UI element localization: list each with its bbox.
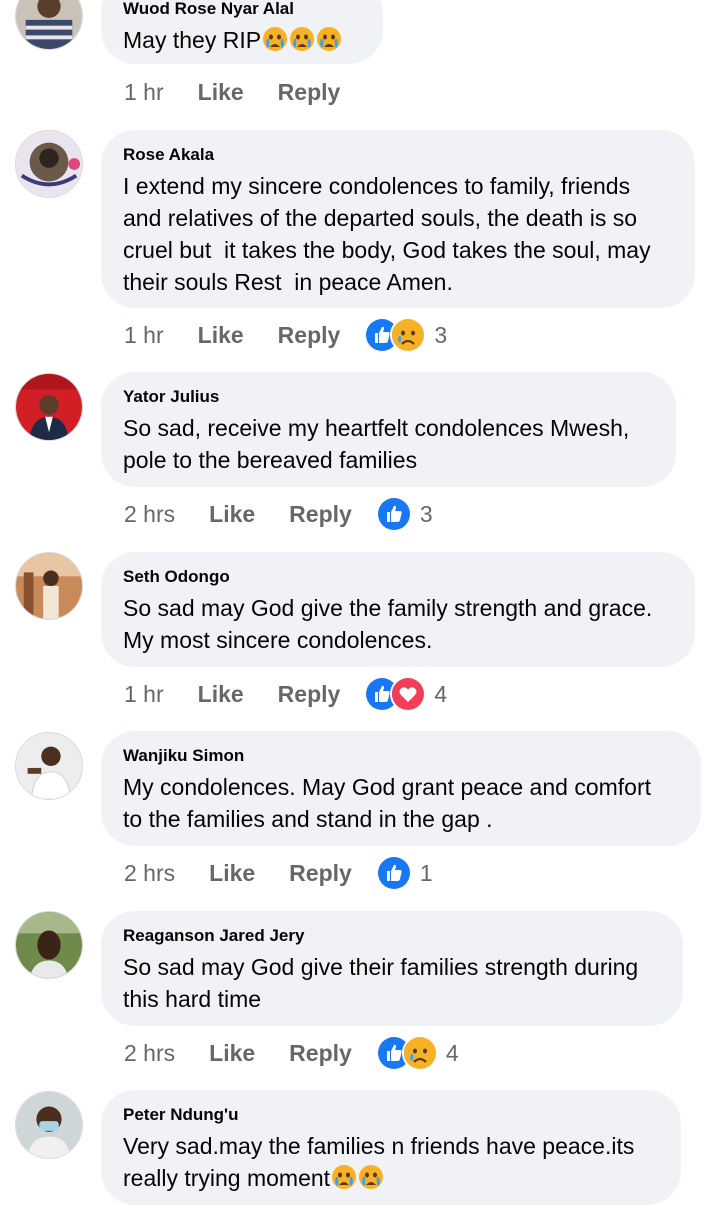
avatar[interactable] — [15, 130, 83, 198]
reaction-count: 4 — [434, 680, 448, 707]
sad-reaction-icon — [390, 317, 427, 353]
reaction-count: 1 — [419, 859, 433, 886]
reaction-count: 3 — [419, 500, 433, 527]
reply-button[interactable]: Reply — [278, 681, 341, 708]
crying-face-emoji-icon — [358, 1164, 384, 1190]
comment-bubble: Wanjiku Simon My condolences. May God gr… — [101, 731, 701, 846]
comment-author[interactable]: Peter Ndung'u — [123, 1104, 659, 1126]
reaction-count: 4 — [445, 1039, 459, 1066]
reaction-summary[interactable]: 3 — [364, 317, 447, 353]
comment-bubble: Rose Akala I extend my sincere condolenc… — [101, 130, 695, 308]
avatar[interactable] — [15, 373, 83, 441]
like-button[interactable]: Like — [209, 860, 255, 887]
comment-bubble: Peter Ndung'u Very sad.may the families … — [101, 1090, 681, 1205]
sad-reaction-icon — [401, 1035, 438, 1071]
comment-text: So sad may God give their families stren… — [123, 954, 639, 1012]
crying-face-emoji-icon — [316, 26, 342, 52]
like-reaction-icon — [375, 855, 412, 891]
comment-text: Very sad.may the families n friends have… — [123, 1133, 635, 1191]
crying-face-emoji-icon — [262, 26, 288, 52]
like-button[interactable]: Like — [209, 501, 255, 528]
avatar[interactable] — [15, 1091, 83, 1159]
reaction-summary[interactable]: 4 — [375, 1035, 459, 1071]
comment-meta: 2 hrs Like Reply 4 — [124, 1035, 459, 1071]
avatar[interactable] — [15, 732, 83, 800]
avatar[interactable] — [15, 911, 83, 979]
comment-author[interactable]: Seth Odongo — [123, 566, 673, 588]
comment-bubble: Yator Julius So sad, receive my heartfel… — [101, 372, 676, 487]
comment-time[interactable]: 2 hrs — [124, 501, 175, 528]
like-button[interactable]: Like — [198, 681, 244, 708]
comment-text: My condolences. May God grant peace and … — [123, 774, 652, 832]
comment-text: May they RIP — [123, 24, 361, 56]
avatar[interactable] — [15, 552, 83, 620]
comment-text: So sad may God give the family strength … — [123, 595, 653, 653]
comment-bubble: Wuod Rose Nyar Alal May they RIP — [101, 0, 383, 64]
like-button[interactable]: Like — [198, 322, 244, 349]
like-button[interactable]: Like — [198, 79, 244, 106]
comment-text: I extend my sincere condolences to famil… — [123, 173, 651, 295]
comment-time[interactable]: 2 hrs — [124, 860, 175, 887]
comment-meta: 1 hr Like Reply 3 — [124, 317, 447, 353]
comment-time[interactable]: 2 hrs — [124, 1040, 175, 1067]
comment-author[interactable]: Yator Julius — [123, 386, 654, 408]
comment-author[interactable]: Wuod Rose Nyar Alal — [123, 0, 361, 20]
comment-meta: 2 hrs Like Reply 3 — [124, 496, 433, 532]
reaction-count: 3 — [434, 321, 448, 348]
like-reaction-icon — [375, 496, 412, 532]
crying-face-emoji-icon — [289, 26, 315, 52]
comment-meta: 1 hr Like Reply — [124, 77, 340, 107]
comment-author[interactable]: Rose Akala — [123, 144, 673, 166]
reply-button[interactable]: Reply — [289, 501, 352, 528]
reaction-summary[interactable]: 3 — [375, 496, 433, 532]
reply-button[interactable]: Reply — [278, 322, 341, 349]
comment-bubble: Reaganson Jared Jery So sad may God give… — [101, 911, 683, 1026]
comment-author[interactable]: Reaganson Jared Jery — [123, 925, 661, 947]
crying-face-emoji-icon — [331, 1164, 357, 1190]
reply-button[interactable]: Reply — [289, 860, 352, 887]
comment-meta: 2 hrs Like Reply 1 — [124, 855, 433, 891]
reply-button[interactable]: Reply — [278, 79, 341, 106]
comment-time[interactable]: 1 hr — [124, 79, 164, 106]
comment-time[interactable]: 1 hr — [124, 322, 164, 349]
like-button[interactable]: Like — [209, 1040, 255, 1067]
reaction-summary[interactable]: 4 — [364, 676, 447, 712]
comment-author[interactable]: Wanjiku Simon — [123, 745, 679, 767]
comment-time[interactable]: 1 hr — [124, 681, 164, 708]
comment-meta: 1 hr Like Reply 4 — [124, 676, 447, 712]
comment-bubble: Seth Odongo So sad may God give the fami… — [101, 552, 695, 667]
love-reaction-icon — [390, 676, 427, 712]
reply-button[interactable]: Reply — [289, 1040, 352, 1067]
comment-text: So sad, receive my heartfelt condolences… — [123, 415, 630, 473]
reaction-summary[interactable]: 1 — [375, 855, 433, 891]
avatar[interactable] — [15, 0, 83, 50]
